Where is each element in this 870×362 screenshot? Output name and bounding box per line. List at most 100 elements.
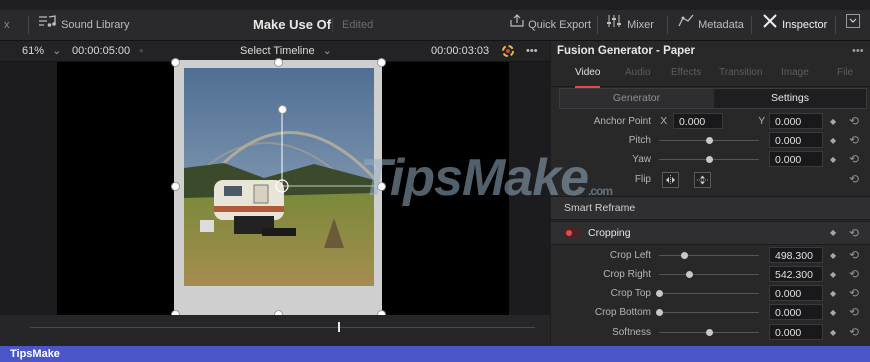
flip-vertical-button[interactable] xyxy=(694,172,711,188)
crop-left-label: Crop Left xyxy=(609,250,651,261)
softness-input[interactable]: 0.000 xyxy=(769,324,823,340)
yaw-input[interactable]: 0.000 xyxy=(769,151,823,167)
divider xyxy=(332,18,333,32)
crop-right-slider-knob[interactable] xyxy=(686,271,693,278)
tab-video[interactable]: Video xyxy=(575,62,601,88)
reset-icon[interactable]: ⟲ xyxy=(849,222,859,244)
transform-handle[interactable] xyxy=(377,58,386,67)
collapse-button[interactable] xyxy=(846,10,860,40)
project-title: Make Use Of xyxy=(253,17,332,32)
playhead[interactable] xyxy=(338,322,341,332)
softness-slider-knob[interactable] xyxy=(706,329,713,336)
anchor-y-input[interactable]: 0.000 xyxy=(769,113,823,129)
crop-left-slider-knob[interactable] xyxy=(681,252,688,259)
reset-icon[interactable]: ⟲ xyxy=(849,265,859,284)
mixer-button[interactable]: Mixer xyxy=(606,10,654,40)
reset-icon[interactable]: ⟲ xyxy=(849,112,859,131)
pitch-slider-knob[interactable] xyxy=(706,137,713,144)
softness-label: Softness xyxy=(612,327,651,338)
crop-top-slider-track[interactable] xyxy=(659,293,759,294)
keyframe-icon[interactable]: ◆ xyxy=(830,150,836,169)
reset-icon[interactable]: ⟲ xyxy=(849,170,859,189)
watermark-suffix: .com xyxy=(588,184,613,198)
reset-icon[interactable]: ⟲ xyxy=(849,323,859,342)
crop-top-row: Crop Top 0.000 ◆ ⟲ xyxy=(551,284,870,303)
transform-handle[interactable] xyxy=(171,58,180,67)
app-window: x Sound Library Make Use Of Edited Quick… xyxy=(0,0,870,346)
crop-left-input[interactable]: 498.300 xyxy=(769,247,823,263)
crop-bottom-input[interactable]: 0.000 xyxy=(769,304,823,320)
keyframe-icon[interactable]: ◆ xyxy=(830,303,836,322)
tab-audio[interactable]: Audio xyxy=(625,62,651,86)
viewer-options-icon[interactable]: ••• xyxy=(526,41,538,61)
crop-bottom-slider-knob[interactable] xyxy=(656,309,663,316)
flip-horizontal-icon xyxy=(666,175,675,185)
crop-top-label: Crop Top xyxy=(610,288,651,299)
toggle-dot xyxy=(566,230,572,236)
left-edge-text: x xyxy=(4,19,10,31)
crop-right-label: Crop Right xyxy=(603,269,651,280)
scrub-bar[interactable] xyxy=(0,315,550,346)
zoom-select[interactable]: 61% ⌄ xyxy=(22,41,61,61)
tab-transition[interactable]: Transition xyxy=(719,62,763,86)
segment-generator[interactable]: Generator xyxy=(560,89,713,108)
tab-file[interactable]: File xyxy=(837,62,853,86)
flip-vertical-icon xyxy=(697,175,708,185)
watermark-text: TipsMake xyxy=(360,149,589,207)
rotation-handle[interactable] xyxy=(278,105,287,114)
pitch-input[interactable]: 0.000 xyxy=(769,132,823,148)
anchor-x-input[interactable]: 0.000 xyxy=(673,113,723,129)
divider xyxy=(835,16,836,34)
reset-icon[interactable]: ⟲ xyxy=(849,246,859,265)
timeline-select-label: Select Timeline xyxy=(240,45,315,57)
color-wheel-icon[interactable] xyxy=(501,41,515,61)
metadata-button[interactable]: Metadata xyxy=(677,10,744,40)
divider xyxy=(28,16,29,34)
crop-bottom-slider-track[interactable] xyxy=(659,312,759,313)
sound-library-button[interactable]: Sound Library xyxy=(38,10,130,40)
keyframe-icon[interactable]: ◆ xyxy=(830,131,836,150)
inspector-options-icon[interactable]: ••• xyxy=(852,41,864,61)
keyframe-icon[interactable]: ◆ xyxy=(830,222,836,244)
quick-export-button[interactable]: Quick Export xyxy=(509,10,591,40)
cropping-toggle[interactable] xyxy=(563,228,581,238)
mixer-icon xyxy=(606,10,624,40)
anchor-y-label: Y xyxy=(758,116,765,127)
keyframe-icon[interactable]: ◆ xyxy=(830,112,836,131)
transform-handle[interactable] xyxy=(171,182,180,191)
reset-icon[interactable]: ⟲ xyxy=(849,131,859,150)
watermark: TipsMake.com xyxy=(360,148,613,208)
keyframe-icon[interactable]: ◆ xyxy=(830,265,836,284)
reset-icon[interactable]: ⟲ xyxy=(849,303,859,322)
keyframe-icon[interactable]: ◆ xyxy=(830,284,836,303)
reset-icon[interactable]: ⟲ xyxy=(849,150,859,169)
timeline-select[interactable]: Select Timeline ⌄ xyxy=(240,41,332,61)
cropping-label: Cropping xyxy=(588,227,631,239)
crop-right-input[interactable]: 542.300 xyxy=(769,266,823,282)
crop-bottom-row: Crop Bottom 0.000 ◆ ⟲ xyxy=(551,303,870,322)
inspector-button[interactable]: Inspector xyxy=(761,10,827,40)
crop-right-row: Crop Right 542.300 ◆ ⟲ xyxy=(551,265,870,284)
tab-image[interactable]: Image xyxy=(781,62,809,86)
chevron-down-icon xyxy=(846,10,860,40)
transform-handle[interactable] xyxy=(274,58,283,67)
cropping-section: Cropping ◆ ⟲ xyxy=(551,221,870,245)
tab-effects[interactable]: Effects xyxy=(671,62,701,86)
inspector-tabs: Video Audio Effects Transition Image Fil… xyxy=(551,62,870,88)
source-timecode: 00:00:05:00 xyxy=(72,45,131,57)
crop-top-input[interactable]: 0.000 xyxy=(769,285,823,301)
crop-left-slider-track[interactable] xyxy=(659,255,759,256)
crop-top-slider-knob[interactable] xyxy=(656,290,663,297)
yaw-slider-knob[interactable] xyxy=(706,156,713,163)
segment-settings[interactable]: Settings xyxy=(714,89,866,108)
flip-horizontal-button[interactable] xyxy=(662,172,679,188)
reset-icon[interactable]: ⟲ xyxy=(849,284,859,303)
keyframe-icon[interactable]: ◆ xyxy=(830,323,836,342)
metadata-icon xyxy=(677,10,695,40)
crop-right-slider-track[interactable] xyxy=(659,274,759,275)
status-dot-icon: ● xyxy=(139,46,144,55)
zoom-value: 61% xyxy=(22,45,45,57)
keyframe-icon[interactable]: ◆ xyxy=(830,246,836,265)
top-toolbar: x Sound Library Make Use Of Edited Quick… xyxy=(0,10,870,41)
divider xyxy=(751,16,752,34)
